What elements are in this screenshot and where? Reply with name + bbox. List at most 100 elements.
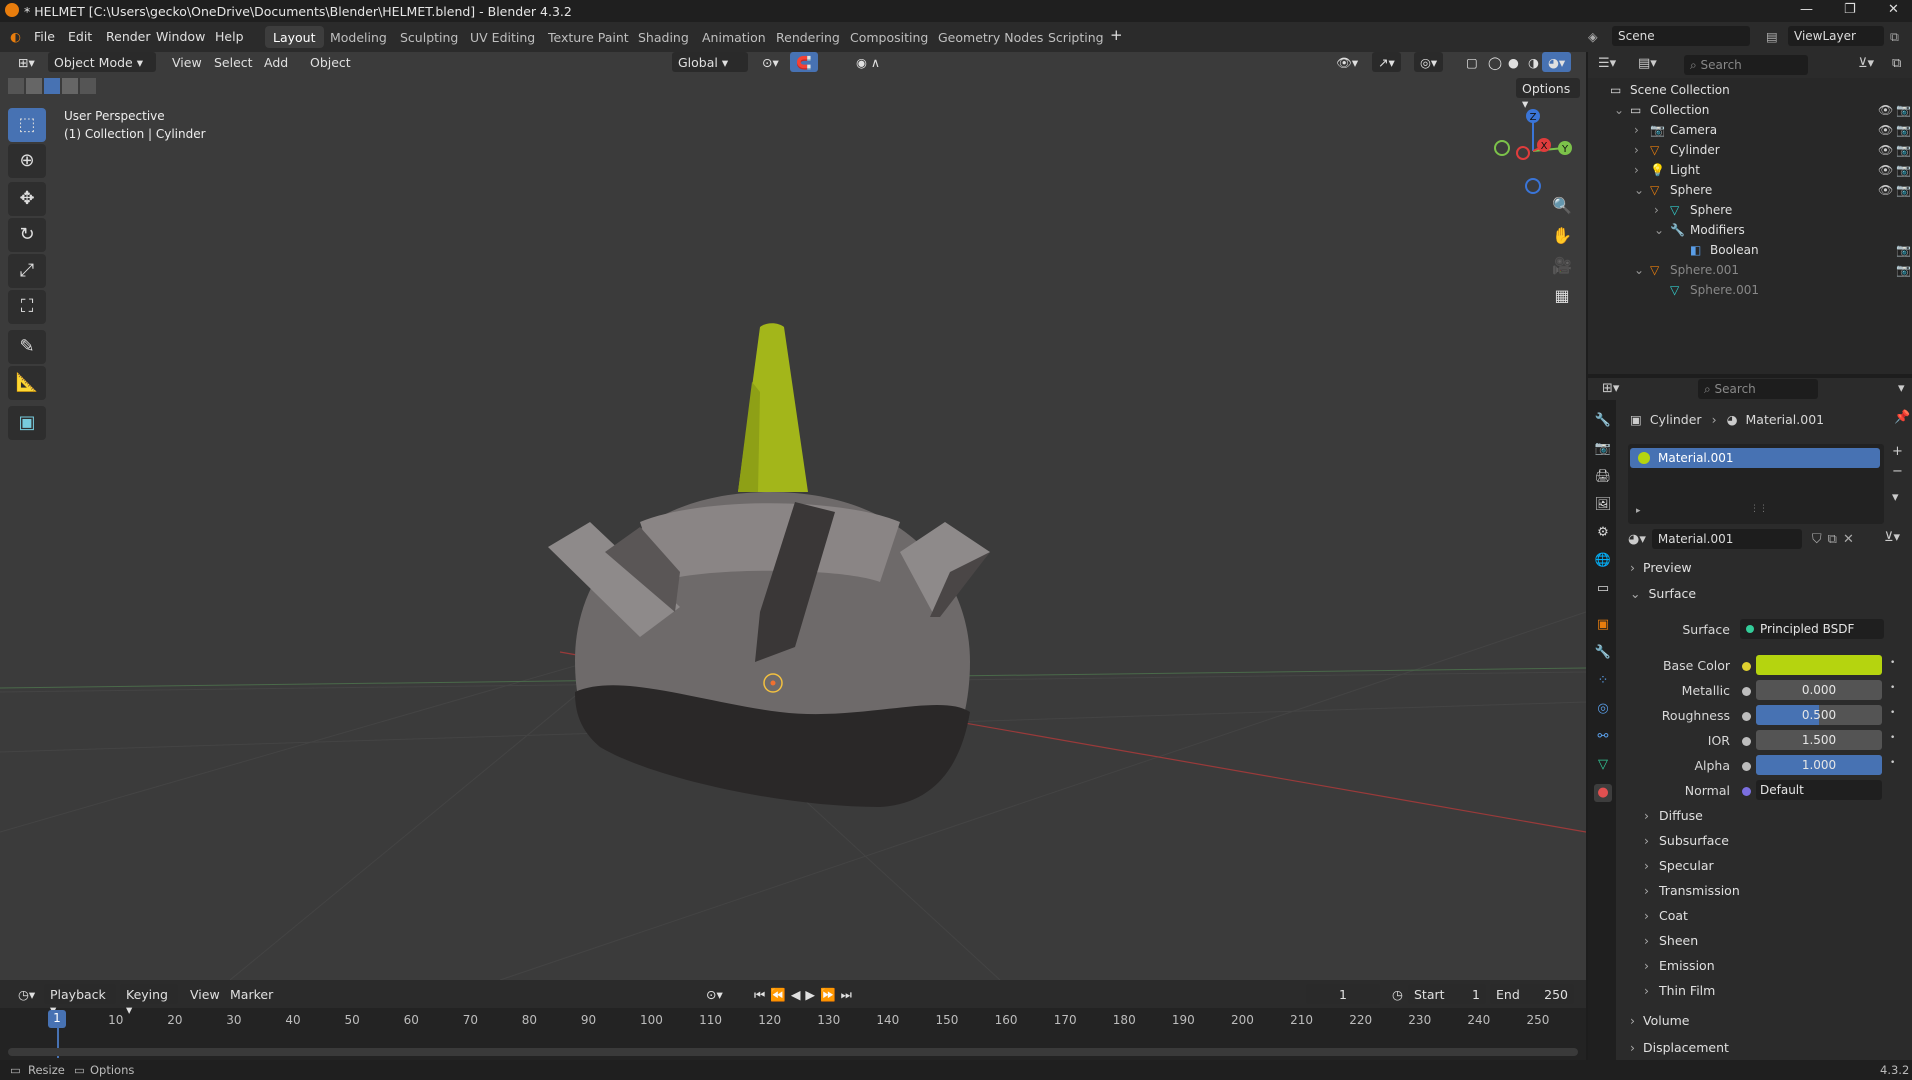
rotate-tool-icon[interactable]: ↻: [8, 218, 46, 252]
browse-material-icon[interactable]: ◕▾: [1628, 532, 1646, 547]
add-cube-tool-icon[interactable]: ▣: [8, 406, 46, 440]
collection-tab-icon[interactable]: ▭: [1594, 580, 1612, 598]
subsection-transmission[interactable]: › Transmission: [1630, 883, 1908, 907]
expand-arrow-icon[interactable]: ⌄: [1634, 263, 1644, 277]
menu-edit[interactable]: Edit: [68, 29, 92, 44]
node-link-icon[interactable]: ⊻▾: [1884, 530, 1900, 545]
menu-help[interactable]: Help: [215, 29, 244, 44]
render-visibility-icon[interactable]: 📷: [1896, 243, 1911, 257]
select-mode-intersect-icon[interactable]: [80, 78, 96, 94]
pivot-icon[interactable]: ⊙▾: [756, 52, 785, 72]
panel-volume[interactable]: › Volume: [1630, 1013, 1908, 1037]
tab-scripting[interactable]: Scripting: [1040, 26, 1112, 48]
expand-arrow-icon[interactable]: ›: [1634, 143, 1639, 157]
surface-panel-header[interactable]: ⌄ Surface: [1630, 586, 1908, 610]
navigation-gizmo[interactable]: Z Y X: [1488, 106, 1578, 196]
ior-keyframe-icon[interactable]: •: [1890, 733, 1895, 743]
view-layer-tab-icon[interactable]: 🖼: [1594, 496, 1612, 514]
viewport-menu-select[interactable]: Select: [208, 52, 259, 72]
current-frame-field[interactable]: 1: [1306, 984, 1380, 1004]
metallic-socket-icon[interactable]: [1742, 687, 1751, 696]
subsection-coat[interactable]: › Coat: [1630, 908, 1908, 932]
tab-shading[interactable]: Shading: [630, 26, 697, 48]
minimize-button[interactable]: —: [1800, 2, 1813, 17]
modifiers-tab-icon[interactable]: 🔧: [1594, 644, 1612, 662]
start-frame-field[interactable]: Start 1: [1408, 984, 1486, 1004]
select-mode-new-icon[interactable]: [8, 78, 24, 94]
select-mode-subtract-icon[interactable]: [44, 78, 60, 94]
preview-panel-header[interactable]: › Preview: [1630, 560, 1908, 584]
timeline-scrollbar[interactable]: [8, 1048, 1578, 1056]
visibility-eye-icon[interactable]: 👁: [1878, 143, 1893, 157]
viewport-menu-view[interactable]: View: [166, 52, 208, 72]
roughness-slider[interactable]: 0.500: [1756, 705, 1882, 725]
alpha-slider[interactable]: 1.000: [1756, 755, 1882, 775]
roughness-keyframe-icon[interactable]: •: [1890, 708, 1895, 718]
render-visibility-icon[interactable]: 📷: [1896, 103, 1911, 117]
end-frame-field[interactable]: End 250: [1490, 984, 1574, 1004]
constraints-tab-icon[interactable]: ⚯: [1594, 728, 1612, 746]
cursor-tool-icon[interactable]: ⊕: [8, 144, 46, 178]
ior-field[interactable]: 1.500: [1756, 730, 1882, 750]
duplicate-material-icon[interactable]: ⧉: [1828, 532, 1837, 547]
base-color-keyframe-icon[interactable]: •: [1890, 658, 1895, 668]
expand-slot-icon[interactable]: ▸: [1636, 506, 1641, 516]
subsection-sheen[interactable]: › Sheen: [1630, 933, 1908, 957]
unlink-material-icon[interactable]: ✕: [1843, 532, 1854, 547]
tool-tab-icon[interactable]: 🔧: [1594, 412, 1612, 430]
measure-tool-icon[interactable]: 📐: [8, 366, 46, 400]
render-visibility-icon[interactable]: 📷: [1896, 163, 1911, 177]
render-visibility-icon[interactable]: 📷: [1896, 143, 1911, 157]
fake-user-icon[interactable]: ⛉: [1812, 532, 1822, 547]
outliner-row[interactable]: › 📷 Camera 👁 📷: [1588, 120, 1912, 140]
ior-socket-icon[interactable]: [1742, 737, 1751, 746]
properties-options-icon[interactable]: ▾: [1898, 381, 1905, 396]
panel-displacement[interactable]: › Displacement: [1630, 1040, 1908, 1064]
tab-layout[interactable]: Layout: [265, 26, 324, 48]
material-slot-item[interactable]: Material.001: [1630, 448, 1880, 468]
ortho-grid-icon[interactable]: ▦: [1548, 282, 1576, 310]
gizmo-neg-x-icon[interactable]: [1516, 146, 1530, 160]
subsection-emission[interactable]: › Emission: [1630, 958, 1908, 982]
gizmo-neg-y-icon[interactable]: [1494, 140, 1510, 156]
material-name-field[interactable]: Material.001: [1651, 529, 1802, 549]
outliner-search-input[interactable]: ⌕ Search: [1684, 55, 1808, 75]
orientation-selector[interactable]: Global ▾: [672, 52, 748, 72]
menu-file[interactable]: File: [34, 29, 55, 44]
outliner-row[interactable]: › 💡 Light 👁 📷: [1588, 160, 1912, 180]
gizmo-neg-z-icon[interactable]: [1525, 178, 1541, 194]
subsection-thin-film[interactable]: › Thin Film: [1630, 983, 1908, 1007]
keying-menu[interactable]: Keying ▾: [120, 984, 178, 1017]
outliner-row[interactable]: ⌄ 🔧 Modifiers: [1588, 220, 1912, 240]
render-tab-icon[interactable]: 📷: [1594, 440, 1612, 458]
metallic-slider[interactable]: 0.000: [1756, 680, 1882, 700]
visibility-eye-icon[interactable]: 👁: [1878, 183, 1893, 197]
select-mode-extend-icon[interactable]: [26, 78, 42, 94]
remove-slot-icon[interactable]: −: [1892, 464, 1903, 479]
outliner-row[interactable]: › ▽ Sphere: [1588, 200, 1912, 220]
alpha-keyframe-icon[interactable]: •: [1890, 758, 1895, 768]
tab-texture-paint[interactable]: Texture Paint: [540, 26, 637, 48]
playback-controls[interactable]: ⏮⏪◀▶⏩⏭: [748, 984, 863, 1004]
outliner-row[interactable]: › ▽ Cylinder 👁 📷: [1588, 140, 1912, 160]
playback-menu[interactable]: Playback ▾: [44, 984, 116, 1017]
subsection-subsurface[interactable]: › Subsurface: [1630, 833, 1908, 857]
properties-editor-type-icon[interactable]: ⊞▾: [1602, 381, 1619, 396]
viewport-menu-object[interactable]: Object: [304, 52, 357, 72]
outliner-row[interactable]: ◧ Boolean 📷: [1588, 240, 1912, 260]
visibility-eye-icon[interactable]: 👁: [1878, 103, 1893, 117]
base-color-swatch[interactable]: [1756, 655, 1882, 675]
move-tool-icon[interactable]: ✥: [8, 182, 46, 216]
viewport-menu-add[interactable]: Add: [258, 52, 294, 72]
view-layer-selector[interactable]: ViewLayer: [1788, 26, 1884, 46]
blender-menu-icon[interactable]: ◐: [10, 29, 21, 44]
visibility-icon[interactable]: 👁▾: [1330, 52, 1364, 72]
visibility-eye-icon[interactable]: 👁: [1878, 123, 1893, 137]
alpha-socket-icon[interactable]: [1742, 762, 1751, 771]
base-color-socket-icon[interactable]: [1742, 662, 1751, 671]
object-tab-icon[interactable]: ▣: [1594, 616, 1612, 634]
rendered-shading-icon[interactable]: ◕▾: [1542, 52, 1572, 72]
slot-specials-icon[interactable]: ▾: [1892, 490, 1899, 505]
new-view-layer-icon[interactable]: ⧉: [1890, 29, 1899, 45]
expand-arrow-icon[interactable]: ⌄: [1634, 183, 1644, 197]
